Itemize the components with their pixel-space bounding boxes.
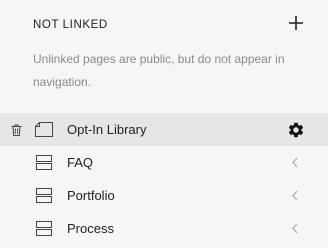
page-row-faq[interactable]: FAQ [0,146,328,179]
gear-icon[interactable] [287,121,305,139]
trash-icon[interactable] [11,124,22,136]
page-icon [35,122,53,137]
folder-icon [36,188,52,203]
plus-icon[interactable] [288,15,304,31]
page-label: Process [67,221,114,236]
folder-icon [36,155,52,170]
page-label: Opt-In Library [67,122,147,137]
section-description: Unlinked pages are public, but do not ap… [33,52,285,89]
chevron-left-icon[interactable] [291,157,299,168]
page-label: Portfolio [67,188,115,203]
folder-icon [36,221,52,236]
page-label: FAQ [67,155,94,170]
section-title: NOT LINKED [33,19,108,31]
page-row-opt-in-library[interactable]: Opt-In Library [0,113,328,146]
page-row-portfolio[interactable]: Portfolio [0,179,328,212]
chevron-left-icon[interactable] [291,190,299,201]
chevron-left-icon[interactable] [291,223,299,234]
unlinked-pages-list: Opt-In Library FAQ Portfolio Process [0,113,328,245]
page-row-process[interactable]: Process [0,212,328,245]
section-header: NOT LINKED [33,15,304,33]
